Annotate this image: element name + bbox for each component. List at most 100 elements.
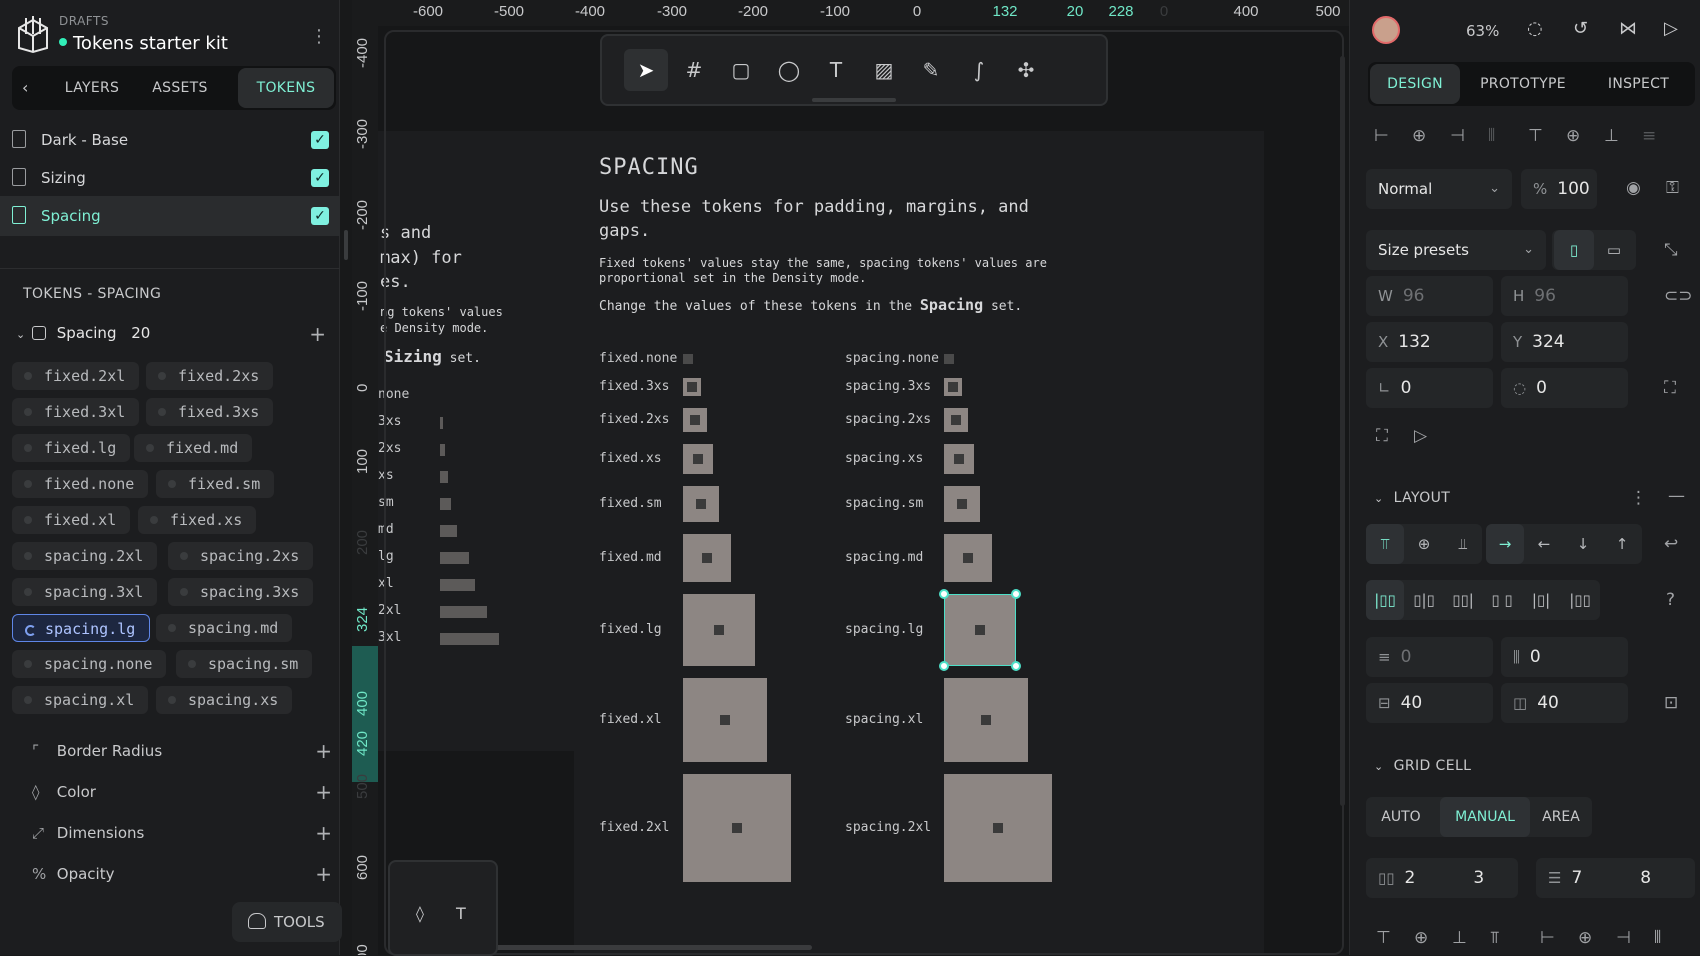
rotation-field[interactable]: ∟ 0 <box>1366 368 1493 408</box>
sizing-bar[interactable] <box>440 633 499 645</box>
token-set-sizing[interactable]: Sizing ✓ <box>0 158 340 198</box>
token-group-spacing[interactable]: ⌄ Spacing 20 + <box>16 322 326 346</box>
sidebar-scrollbar[interactable] <box>344 230 348 260</box>
align-bottom-icon[interactable]: ⊥ <box>1604 126 1619 146</box>
column-gap-field[interactable]: ⫼ 0 <box>1501 637 1628 677</box>
spacing-swatch[interactable] <box>683 678 767 762</box>
distribute-h-icon[interactable]: ⫴ <box>1488 126 1495 146</box>
tab-design[interactable]: DESIGN <box>1370 64 1460 104</box>
canvas[interactable]: s and max) for es. ng tokens' values e D… <box>378 26 1349 955</box>
justify-around-icon[interactable]: |▯| <box>1522 580 1560 620</box>
layout-options-icon[interactable]: ⋮ <box>1630 488 1647 508</box>
penpot-logo[interactable] <box>16 14 50 54</box>
text-tool-icon[interactable]: T <box>814 49 858 91</box>
zoom-level[interactable]: 63% <box>1466 22 1499 40</box>
play-icon[interactable]: ▷ <box>1664 18 1678 39</box>
tab-layers[interactable]: LAYERS <box>52 66 132 110</box>
tab-assets[interactable]: ASSETS <box>140 66 220 110</box>
tools-button[interactable]: TOOLS <box>232 902 342 942</box>
align-end-icon[interactable]: ⫫ <box>1444 524 1482 564</box>
pencil-tool-icon[interactable]: ✎ <box>909 49 953 91</box>
category-dimensions[interactable]: ⤢ Dimensions + <box>32 821 332 845</box>
sizing-bar[interactable] <box>440 525 457 537</box>
spacing-swatch[interactable] <box>944 774 1052 882</box>
token-pill[interactable]: spacing.3xs <box>168 578 314 606</box>
token-pill[interactable]: fixed.sm <box>156 470 275 498</box>
sizing-bar[interactable] <box>440 471 448 483</box>
cell-align-center-icon[interactable]: ⊕ <box>1414 928 1428 948</box>
justify-start-icon[interactable]: |▯▯ <box>1366 580 1404 620</box>
direction-down-icon[interactable]: ↓ <box>1564 524 1602 564</box>
tab-prototype[interactable]: PROTOTYPE <box>1468 62 1578 106</box>
mode-manual[interactable]: MANUAL <box>1440 797 1530 837</box>
canvas-vertical-scrollbar[interactable] <box>1340 56 1345 806</box>
tab-inspect[interactable]: INSPECT <box>1586 62 1691 106</box>
align-v-center-icon[interactable]: ⊕ <box>1566 126 1580 146</box>
mode-area[interactable]: AREA <box>1530 797 1592 837</box>
width-field[interactable]: W 96 <box>1366 276 1493 316</box>
eye-icon[interactable]: ◉ <box>1626 178 1641 198</box>
layout-section-header[interactable]: ⌄ LAYOUT <box>1374 490 1450 506</box>
project-name[interactable]: Tokens starter kit <box>59 33 228 54</box>
distribute-v-icon[interactable]: ≡ <box>1642 126 1656 146</box>
avatar[interactable] <box>1372 16 1400 44</box>
fit-content-icon[interactable]: ⤡ <box>1664 240 1678 260</box>
help-icon[interactable]: ? <box>1666 590 1675 610</box>
spacing-swatch[interactable] <box>944 444 974 474</box>
clip-content-icon[interactable]: ⛶ <box>1376 426 1388 446</box>
cell-stretch-h-icon[interactable]: ⫴ <box>1654 928 1661 948</box>
token-pill[interactable]: spacing.xs <box>156 686 293 714</box>
direction-right-icon[interactable]: → <box>1486 524 1524 564</box>
size-presets-select[interactable]: Size presets ⌄ <box>1366 230 1546 270</box>
cell-justify-start-icon[interactable]: ⊢ <box>1540 928 1555 948</box>
justify-evenly-icon[interactable]: |▯▯ <box>1561 580 1599 620</box>
ellipse-tool-icon[interactable]: ◯ <box>767 49 811 91</box>
resize-handle[interactable] <box>1011 589 1021 599</box>
blend-mode-select[interactable]: Normal ⌄ <box>1366 169 1512 209</box>
spacing-swatch[interactable] <box>683 534 731 582</box>
spacing-swatch[interactable] <box>944 354 954 364</box>
spacing-swatch[interactable] <box>683 408 707 432</box>
token-pill[interactable]: fixed.2xs <box>146 362 274 390</box>
align-h-center-icon[interactable]: ⊕ <box>1412 126 1426 146</box>
spacing-swatch[interactable] <box>683 774 791 882</box>
align-start-icon[interactable]: ⫪ <box>1366 524 1404 564</box>
cell-justify-end-icon[interactable]: ⊣ <box>1616 928 1631 948</box>
token-pill[interactable]: spacing.sm <box>176 650 313 678</box>
mode-auto[interactable]: AUTO <box>1366 797 1436 837</box>
y-field[interactable]: Y 324 <box>1501 322 1628 362</box>
resize-handle[interactable] <box>939 661 949 671</box>
add-icon[interactable]: + <box>315 821 332 845</box>
column-span-field[interactable]: ▯▯ 2 3 <box>1366 858 1518 898</box>
sizing-bar[interactable] <box>440 552 469 564</box>
cell-align-top-icon[interactable]: ⊤ <box>1376 928 1391 948</box>
share-icon[interactable]: ⋈ <box>1619 18 1637 39</box>
row-span-field[interactable]: ☰ 7 8 <box>1536 858 1695 898</box>
chevron-down-icon[interactable]: ⌄ <box>16 328 25 341</box>
wrap-icon[interactable]: ↩ <box>1664 534 1678 554</box>
justify-between-icon[interactable]: ▯ ▯ <box>1483 580 1521 620</box>
category-border-radius[interactable]: ⌜ Border Radius + <box>32 739 332 763</box>
align-center-icon[interactable]: ⊕ <box>1405 524 1443 564</box>
independent-corners-icon[interactable]: ⛶ <box>1664 378 1676 398</box>
drafts-label[interactable]: DRAFTS <box>59 14 109 28</box>
spacing-swatch[interactable] <box>944 486 980 522</box>
portrait-icon[interactable]: ▯ <box>1554 230 1594 270</box>
opacity-field[interactable]: % 100 <box>1521 169 1597 209</box>
token-set-checkbox[interactable]: ✓ <box>311 131 329 149</box>
tab-tokens[interactable]: TOKENS <box>238 68 334 108</box>
category-opacity[interactable]: % Opacity + <box>32 862 332 886</box>
token-pill[interactable]: spacing.none <box>12 650 167 678</box>
height-field[interactable]: H 96 <box>1501 276 1628 316</box>
typography-icon[interactable]: T <box>456 904 466 923</box>
token-pill[interactable]: spacing.md <box>156 614 293 642</box>
token-pill[interactable]: spacing.2xs <box>168 542 314 570</box>
history-icon[interactable]: ↺ <box>1573 18 1588 39</box>
canvas-horizontal-scrollbar[interactable] <box>470 945 812 950</box>
token-pill[interactable]: fixed.xs <box>138 506 257 534</box>
token-set-spacing[interactable]: Spacing ✓ <box>0 196 340 236</box>
align-top-icon[interactable]: ⊤ <box>1528 126 1543 146</box>
independent-padding-icon[interactable]: ⊡ <box>1664 693 1678 713</box>
selection-outline[interactable] <box>944 594 1016 666</box>
token-pill[interactable]: fixed.lg <box>12 434 131 462</box>
